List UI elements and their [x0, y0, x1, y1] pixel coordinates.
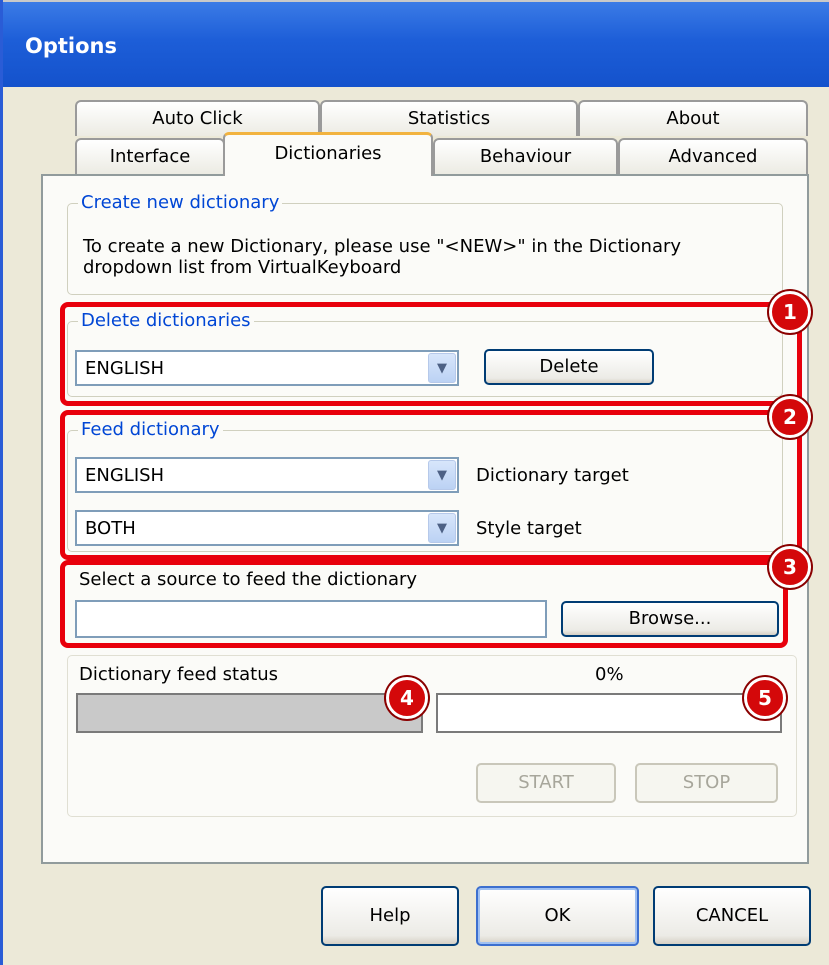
- button-label: START: [518, 772, 574, 793]
- feed-dictionary-select[interactable]: ENGLISH ▼: [75, 457, 459, 493]
- source-path-input[interactable]: [75, 600, 547, 638]
- delete-button[interactable]: Delete: [484, 349, 654, 385]
- cancel-button[interactable]: CANCEL: [653, 886, 811, 946]
- create-new-instructions-line2: dropdown list from VirtualKeyboard: [83, 257, 402, 278]
- tab-dictionaries[interactable]: Dictionaries: [223, 132, 433, 176]
- group-legend: Delete dictionaries: [78, 310, 254, 332]
- tab-label: Advanced: [668, 146, 758, 167]
- source-label: Select a source to feed the dictionary: [79, 569, 418, 590]
- button-label: STOP: [682, 772, 731, 793]
- button-label: Delete: [539, 356, 599, 377]
- button-label: CANCEL: [695, 905, 769, 926]
- annotation-badge-5: 5: [744, 677, 786, 719]
- help-button[interactable]: Help: [321, 886, 459, 946]
- group-legend: Create new dictionary: [78, 192, 283, 214]
- group-legend: Feed dictionary: [78, 419, 223, 441]
- tab-label: Statistics: [407, 108, 491, 129]
- selected-value: ENGLISH: [85, 358, 165, 379]
- tab-behaviour[interactable]: Behaviour: [433, 138, 618, 174]
- create-new-instructions-line1: To create a new Dictionary, please use "…: [83, 236, 682, 257]
- browse-button[interactable]: Browse...: [561, 601, 779, 637]
- ok-button[interactable]: OK: [476, 886, 639, 946]
- annotation-badge-3: 3: [769, 546, 811, 588]
- start-button[interactable]: START: [476, 763, 616, 803]
- button-label: Help: [369, 905, 411, 926]
- feed-status-label: Dictionary feed status: [79, 664, 278, 685]
- annotation-badge-4: 4: [386, 677, 428, 719]
- tab-statistics[interactable]: Statistics: [320, 100, 578, 136]
- progress-percent: 0%: [595, 664, 624, 685]
- tab-label: Dictionaries: [274, 143, 382, 164]
- tab-advanced[interactable]: Advanced: [618, 138, 808, 174]
- title-bar[interactable]: Options: [3, 0, 829, 87]
- delete-dictionary-select[interactable]: ENGLISH ▼: [75, 350, 459, 386]
- window-title: Options: [25, 34, 117, 58]
- progress-bar: [436, 693, 782, 733]
- annotation-badge-1: 1: [769, 291, 811, 333]
- tab-interface[interactable]: Interface: [75, 138, 225, 174]
- dictionary-target-label: Dictionary target: [476, 465, 629, 486]
- options-window: Options Auto Click Statistics About Inte…: [0, 0, 829, 965]
- annotation-badge-2: 2: [769, 396, 811, 438]
- tab-label: Auto Click: [152, 108, 243, 129]
- selected-value: BOTH: [85, 518, 136, 539]
- chevron-down-icon[interactable]: ▼: [428, 460, 456, 490]
- tab-about[interactable]: About: [578, 100, 808, 136]
- selected-value: ENGLISH: [85, 465, 165, 486]
- tab-label: Interface: [109, 146, 191, 167]
- stop-button[interactable]: STOP: [635, 763, 778, 803]
- chevron-down-icon[interactable]: ▼: [428, 513, 456, 543]
- chevron-down-icon[interactable]: ▼: [428, 353, 456, 383]
- style-target-select[interactable]: BOTH ▼: [75, 510, 459, 546]
- feed-status-indicator: [76, 693, 423, 733]
- button-label: OK: [544, 905, 571, 926]
- style-target-label: Style target: [476, 518, 582, 539]
- button-label: Browse...: [628, 608, 712, 629]
- tab-label: Behaviour: [479, 146, 572, 167]
- tab-label: About: [666, 108, 720, 129]
- tab-auto-click[interactable]: Auto Click: [75, 100, 320, 136]
